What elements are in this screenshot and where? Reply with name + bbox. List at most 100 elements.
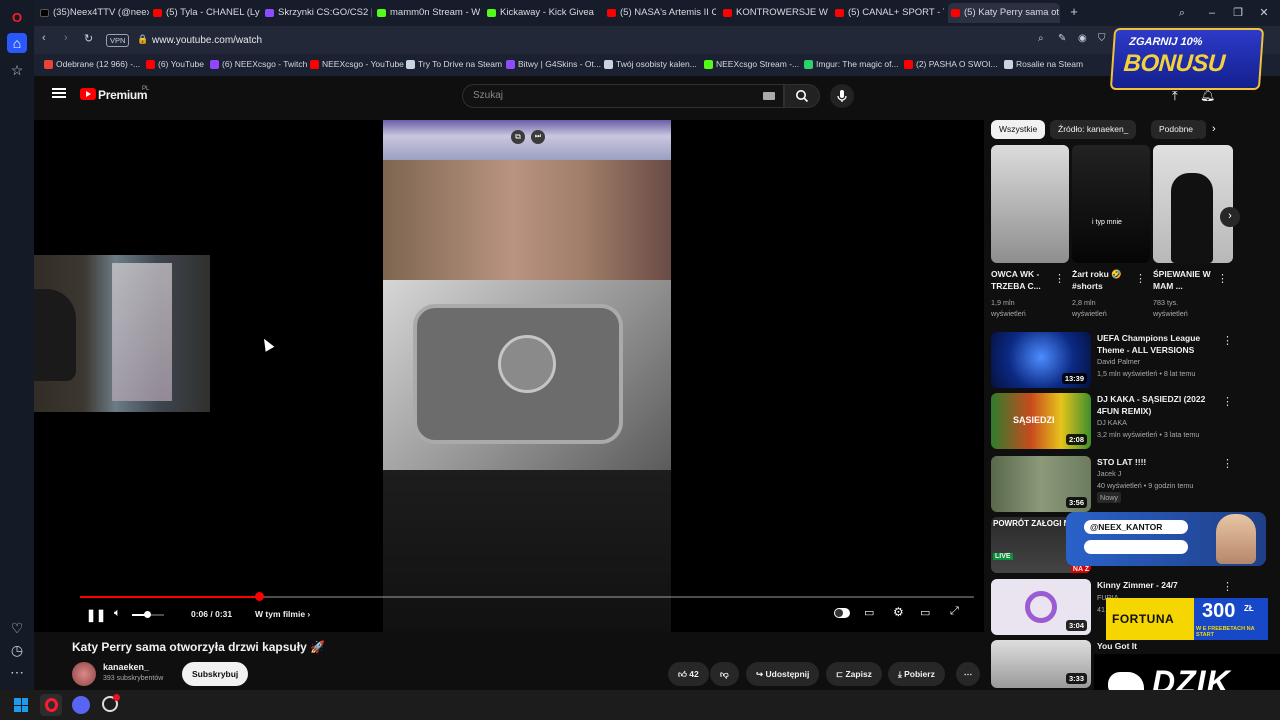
settings-taskbar-icon[interactable]	[102, 694, 120, 712]
more-vert-icon[interactable]: ⋮	[1222, 580, 1233, 593]
video-item-channel[interactable]: DJ KAKA	[1097, 417, 1127, 428]
pause-icon[interactable]: ❚❚	[86, 608, 106, 622]
bookmark-item[interactable]: (6) NEEXcsgo - Twitch	[210, 59, 307, 69]
chip-all[interactable]: Wszystkie	[991, 120, 1046, 139]
bookmark-item[interactable]: (6) YouTube	[146, 59, 204, 69]
tab-item[interactable]: mamm0n Stream - W	[374, 3, 480, 23]
tab-item[interactable]: (5) NASA's Artemis II Crew	[604, 3, 716, 23]
more-vert-icon[interactable]: ⋮	[1222, 395, 1233, 408]
video-item-title[interactable]: Kinny Zimmer - 24/7	[1097, 579, 1217, 591]
opera-taskbar-button[interactable]	[40, 694, 62, 716]
bookmark-item[interactable]: Imgur: The magic of...	[804, 59, 899, 69]
back-icon[interactable]: ‹	[42, 32, 46, 44]
chips-next-chevron-icon[interactable]: ›	[1212, 123, 1216, 135]
autoplay-toggle[interactable]	[834, 608, 850, 618]
more-vert-icon[interactable]: ⋮	[1217, 272, 1228, 285]
tab-item[interactable]: (35)Neex4TTV (@neex4ttv	[37, 3, 149, 23]
video-item-channel[interactable]: David Palmer	[1097, 356, 1140, 367]
notifications-bell-icon[interactable]: 🔔︎	[1200, 88, 1215, 102]
upload-icon[interactable]: ⤒	[1172, 88, 1178, 104]
subscribe-button[interactable]: Subskrybuj	[182, 662, 249, 686]
more-vert-icon[interactable]: ⋮	[1054, 272, 1065, 285]
youtube-logo-icon[interactable]	[80, 88, 96, 100]
edit-icon[interactable]: ✎	[1058, 33, 1066, 44]
video-item-title[interactable]: DJ KAKA - SĄSIEDZI (2022 4FUN REMIX)	[1097, 393, 1217, 417]
voice-search-button[interactable]	[830, 84, 854, 108]
progress-track[interactable]	[80, 596, 974, 598]
bookmark-item[interactable]: Twój osobisty kalen...	[604, 59, 697, 69]
progress-scrubber[interactable]	[254, 592, 264, 601]
video-item-channel[interactable]: Jacek J	[1097, 468, 1121, 479]
video-frame[interactable]: ⧉ ⏭	[383, 120, 671, 632]
short-title[interactable]: Żart roku 🤣 #shorts	[1072, 268, 1130, 292]
channel-name[interactable]: kanaeken_	[103, 662, 149, 672]
shorts-next-icon[interactable]: ›	[1220, 207, 1240, 227]
volume-slider[interactable]	[132, 611, 164, 618]
windows-start-icon[interactable]	[14, 698, 28, 712]
share-button[interactable]: ↪ Udostępnij	[746, 662, 820, 686]
url-field[interactable]: www.youtube.com/watch	[152, 35, 262, 46]
chip-more[interactable]	[1196, 120, 1206, 139]
short-title[interactable]: ŚPIEWANIE W MAM ...	[1153, 268, 1211, 292]
reload-icon[interactable]: ↻	[84, 32, 93, 45]
shield-icon[interactable]: ⛉	[1098, 33, 1106, 44]
chapter-button[interactable]: W tym filmie ›	[255, 609, 310, 619]
search-tabs-icon[interactable]: ⌕	[1174, 5, 1190, 21]
bookmark-item[interactable]: NEEXcsgo - YouTube	[310, 59, 404, 69]
search-button[interactable]	[784, 84, 820, 108]
tab-item[interactable]: KONTROWERSJE W KOŃC	[720, 3, 828, 23]
tab-item[interactable]: (5) CANAL+ SPORT - YouT	[832, 3, 944, 23]
minimize-icon[interactable]: –	[1204, 5, 1220, 21]
theater-mode-icon[interactable]: ▭	[920, 606, 930, 619]
search-input[interactable]: Szukaj	[462, 84, 784, 108]
video-item-title[interactable]: STO LAT !!!!	[1097, 456, 1217, 468]
video-thumbnail[interactable]: 13:39	[991, 332, 1091, 388]
like-button[interactable]: 👍︎ 42	[668, 662, 709, 686]
short-thumbnail[interactable]	[1153, 145, 1233, 263]
new-tab-plus-icon[interactable]: +	[1066, 4, 1082, 20]
tab-item[interactable]: Skrzynki CS:GO/CS2 | G4S	[262, 3, 372, 23]
video-thumbnail[interactable]: 3:56	[991, 456, 1091, 512]
lock-icon[interactable]: 🔒	[137, 34, 148, 45]
hamburger-menu-icon[interactable]	[52, 88, 66, 98]
fullscreen-icon[interactable]: ⤢	[950, 605, 959, 618]
more-icon[interactable]: ⋯	[7, 662, 27, 682]
video-thumbnail[interactable]: 3:33	[991, 640, 1091, 688]
save-button[interactable]: ⊏ Zapisz	[826, 662, 882, 686]
camera-icon[interactable]: ◉	[1078, 33, 1087, 44]
heart-icon[interactable]: ♡	[7, 618, 27, 638]
miniplayer-icon[interactable]: ⧉	[511, 130, 525, 144]
dislike-button[interactable]: 👎︎	[710, 662, 739, 686]
page-search-icon[interactable]: ⌕	[1038, 33, 1044, 44]
skip-icon[interactable]: ⏭	[531, 130, 545, 144]
download-button[interactable]: ⤓ Pobierz	[888, 662, 945, 686]
more-vert-icon[interactable]: ⋮	[1222, 334, 1233, 347]
more-actions-button[interactable]: ⋯	[956, 662, 980, 686]
maximize-icon[interactable]: ❐	[1230, 5, 1246, 21]
bookmark-item[interactable]: Odebrane (12 966) -...	[44, 59, 140, 69]
video-item-title[interactable]: UEFA Champions League Theme - ALL VERSIO…	[1097, 332, 1217, 356]
chip-source[interactable]: Źródło: kanaeken_	[1050, 120, 1137, 139]
short-thumbnail[interactable]: i typ mnie	[1072, 145, 1150, 263]
video-thumbnail[interactable]: 3:04	[991, 579, 1091, 635]
tab-item[interactable]: (5) Tyla - CHANEL (Lyr	[150, 3, 260, 23]
tab-item-active[interactable]: (5) Katy Perry sama ot	[948, 3, 1060, 23]
bookmark-item[interactable]: Rosalie na Steam	[1004, 59, 1083, 69]
vpn-badge[interactable]: VPN	[106, 34, 130, 47]
keyboard-icon[interactable]	[763, 92, 775, 100]
channel-avatar[interactable]	[72, 662, 96, 686]
star-icon[interactable]: ☆	[7, 60, 27, 80]
bookmark-item[interactable]: Try To Drive na Steam	[406, 59, 502, 69]
opera-logo-icon[interactable]: O	[7, 8, 27, 28]
bookmark-item[interactable]: Bitwy | G4Skins - Ot...	[506, 59, 601, 69]
discord-icon[interactable]	[72, 696, 90, 714]
subtitles-icon[interactable]: ▭	[864, 606, 874, 619]
forward-icon[interactable]: ›	[64, 32, 68, 44]
settings-gear-icon[interactable]: ⚙	[893, 605, 904, 619]
home-icon[interactable]: ⌂	[7, 33, 27, 53]
volume-icon[interactable]: 🔈︎	[114, 607, 121, 620]
short-thumbnail[interactable]	[991, 145, 1069, 263]
video-thumbnail[interactable]: SĄSIEDZI 2:08	[991, 393, 1091, 449]
chip-related[interactable]: Podobne	[1151, 120, 1202, 139]
tab-item[interactable]: Kickaway - Kick Giveaway	[484, 3, 594, 23]
